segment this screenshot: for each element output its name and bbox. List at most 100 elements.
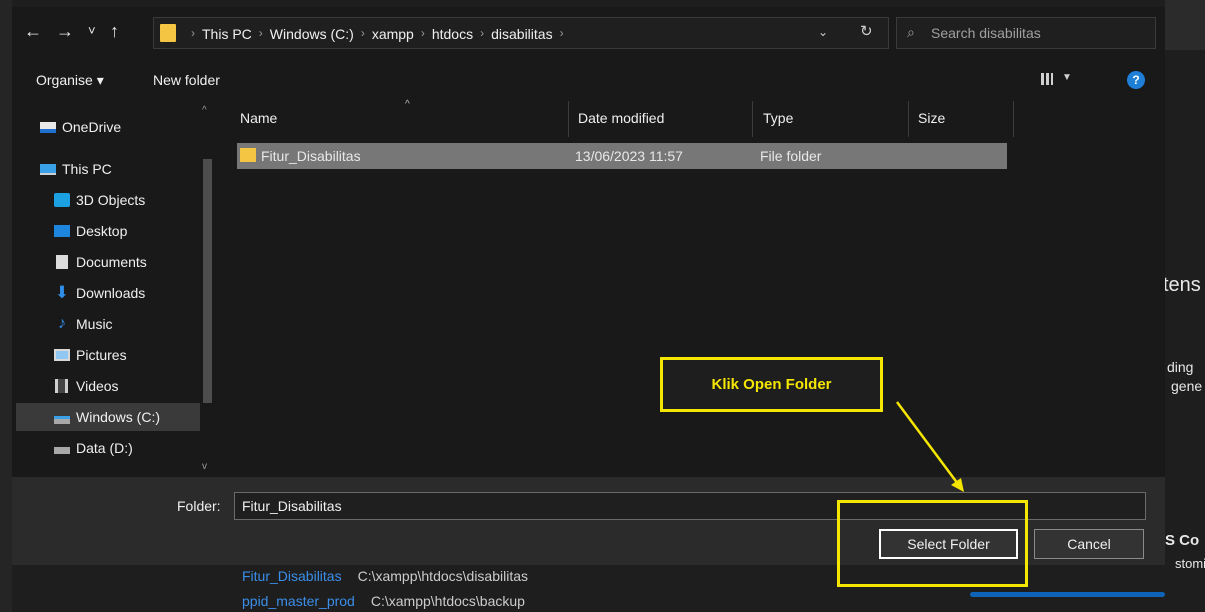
- breadcrumb-separator[interactable]: ›: [560, 26, 564, 42]
- change-view-icon[interactable]: [1041, 73, 1053, 85]
- address-dropdown-icon[interactable]: ⌄: [818, 25, 828, 39]
- sidebar-item-desktop[interactable]: Desktop: [54, 217, 224, 245]
- pc-icon: [40, 163, 56, 175]
- up-arrow-icon[interactable]: ↑: [110, 21, 119, 41]
- windows-drive-icon: [54, 415, 70, 424]
- new-folder-button[interactable]: New folder: [153, 72, 220, 88]
- sidebar-item-downloads[interactable]: ⬇ Downloads: [54, 279, 224, 307]
- folder-icon: [160, 24, 176, 42]
- breadcrumb-windows-c[interactable]: Windows (C:): [270, 26, 354, 42]
- navigation-bar: ← → ˅ ↑ › This PC › Windows (C:) › xampp…: [12, 7, 1165, 59]
- background-app-right: tens ding gene S Co stomi: [1165, 0, 1205, 612]
- sort-ascending-icon: ^: [405, 99, 410, 110]
- list-item-name: Fitur_Disabilitas: [242, 568, 342, 584]
- sidebar-item-label: Windows (C:): [76, 409, 161, 425]
- address-bar[interactable]: › This PC › Windows (C:) › xampp › htdoc…: [153, 17, 889, 49]
- sidebar-item-videos[interactable]: Videos: [54, 372, 224, 400]
- list-item-path: C:\xampp\htdocs\backup: [370, 593, 525, 609]
- onedrive-icon: [40, 121, 56, 133]
- refresh-icon[interactable]: ↻: [860, 22, 873, 40]
- sidebar-item-label: Desktop: [76, 223, 128, 239]
- list-item-name: ppid_master_prod: [242, 593, 355, 609]
- list-item: ppid_master_prod C:\xampp\htdocs\backup: [242, 593, 525, 609]
- breadcrumb-separator[interactable]: ›: [259, 26, 263, 42]
- sidebar-item-documents[interactable]: Documents: [54, 248, 224, 276]
- breadcrumb-disabilitas[interactable]: disabilitas: [491, 26, 552, 42]
- sidebar-item-3d-objects[interactable]: 3D Objects: [54, 186, 224, 214]
- sidebar-item-label: Pictures: [76, 347, 127, 363]
- breadcrumb: › This PC › Windows (C:) › xampp › htdoc…: [184, 26, 571, 42]
- sidebar-item-pictures[interactable]: Pictures: [54, 341, 224, 369]
- breadcrumb-separator: ›: [191, 26, 195, 40]
- column-divider[interactable]: [568, 101, 569, 137]
- file-date-modified: 13/06/2023 11:57: [575, 148, 683, 164]
- column-header-name[interactable]: Name: [240, 110, 277, 126]
- sidebar-item-label: 3D Objects: [76, 192, 146, 208]
- desktop-icon: [54, 225, 70, 237]
- back-arrow-icon[interactable]: ←: [24, 21, 42, 41]
- sidebar-item-data-d[interactable]: Data (D:): [54, 434, 224, 462]
- background-text: S Co: [1165, 532, 1200, 549]
- 3d-objects-icon: [54, 193, 70, 207]
- search-box[interactable]: ⌕ Search disabilitas: [896, 17, 1156, 49]
- sidebar-item-label: OneDrive: [62, 119, 122, 135]
- sidebar-item-label: Data (D:): [76, 440, 133, 456]
- sidebar-item-label: Videos: [76, 378, 119, 394]
- cancel-button[interactable]: Cancel: [1034, 529, 1144, 559]
- column-divider[interactable]: [908, 101, 909, 137]
- column-header-date-modified[interactable]: Date modified: [578, 110, 664, 126]
- command-bar: Organise ▾ New folder ▼ ?: [12, 59, 1165, 101]
- organise-menu-button[interactable]: Organise ▾: [36, 72, 104, 89]
- search-icon: ⌕: [907, 24, 915, 40]
- download-arrow-icon: ⬇: [54, 283, 70, 302]
- column-header-type[interactable]: Type: [763, 110, 793, 126]
- background-tab: [1165, 0, 1205, 50]
- sidebar-item-windows-c[interactable]: Windows (C:): [16, 403, 212, 431]
- column-divider[interactable]: [1013, 101, 1014, 137]
- folder-label: Folder:: [177, 498, 221, 514]
- scroll-down-chevron-icon[interactable]: v: [202, 461, 207, 472]
- music-note-icon: ♪: [58, 315, 66, 332]
- sidebar-item-music[interactable]: ♪ Music: [54, 310, 224, 338]
- documents-icon: [56, 255, 68, 269]
- background-text: gene: [1171, 378, 1203, 394]
- annotation-highlight-box: [837, 500, 1028, 587]
- column-divider[interactable]: [752, 101, 753, 137]
- list-item-path: C:\xampp\htdocs\disabilitas: [357, 568, 529, 584]
- scrollbar-thumb[interactable]: [203, 159, 212, 403]
- search-input[interactable]: Search disabilitas: [931, 25, 1041, 41]
- breadcrumb-separator[interactable]: ›: [421, 26, 425, 42]
- breadcrumb-this-pc[interactable]: This PC: [202, 26, 252, 42]
- scroll-up-chevron-icon[interactable]: ^: [202, 105, 207, 116]
- folder-picker-dialog: ← → ˅ ↑ › This PC › Windows (C:) › xampp…: [12, 7, 1165, 565]
- forward-arrow-icon[interactable]: →: [56, 21, 74, 41]
- breadcrumb-separator[interactable]: ›: [480, 26, 484, 42]
- sidebar-scrollbar[interactable]: ^ v: [200, 101, 214, 477]
- background-text: stomi: [1175, 556, 1205, 571]
- sidebar-item-label: This PC: [62, 161, 112, 177]
- breadcrumb-xampp[interactable]: xampp: [372, 26, 414, 42]
- videos-icon: [55, 379, 68, 393]
- breadcrumb-separator[interactable]: ›: [361, 26, 365, 42]
- table-row[interactable]: Fitur_Disabilitas 13/06/2023 11:57 File …: [237, 143, 1007, 169]
- background-progress-bar: [970, 592, 1165, 597]
- file-name: Fitur_Disabilitas: [261, 148, 361, 164]
- breadcrumb-htdocs[interactable]: htdocs: [432, 26, 473, 42]
- folder-icon: [240, 148, 256, 162]
- annotation-callout: Klik Open Folder: [660, 357, 883, 412]
- background-app-edge: [0, 0, 12, 612]
- sidebar-item-this-pc[interactable]: This PC: [40, 155, 210, 183]
- recent-locations-chevron-icon[interactable]: ˅: [88, 21, 96, 41]
- drive-icon: [54, 447, 70, 454]
- sidebar-item-label: Music: [76, 316, 113, 332]
- column-header-size[interactable]: Size: [918, 110, 945, 126]
- list-item: Fitur_Disabilitas C:\xampp\htdocs\disabil…: [242, 568, 528, 584]
- sidebar-item-onedrive[interactable]: OneDrive: [40, 113, 210, 141]
- file-type: File folder: [760, 148, 822, 164]
- pictures-icon: [54, 349, 70, 361]
- sidebar-item-label: Documents: [76, 254, 147, 270]
- help-icon[interactable]: ?: [1127, 71, 1145, 89]
- background-text: tens: [1165, 274, 1201, 296]
- file-list: Name ^ Date modified Type Size Fitur_Dis…: [215, 99, 1165, 477]
- view-options-chevron-down-icon[interactable]: ▼: [1062, 72, 1072, 83]
